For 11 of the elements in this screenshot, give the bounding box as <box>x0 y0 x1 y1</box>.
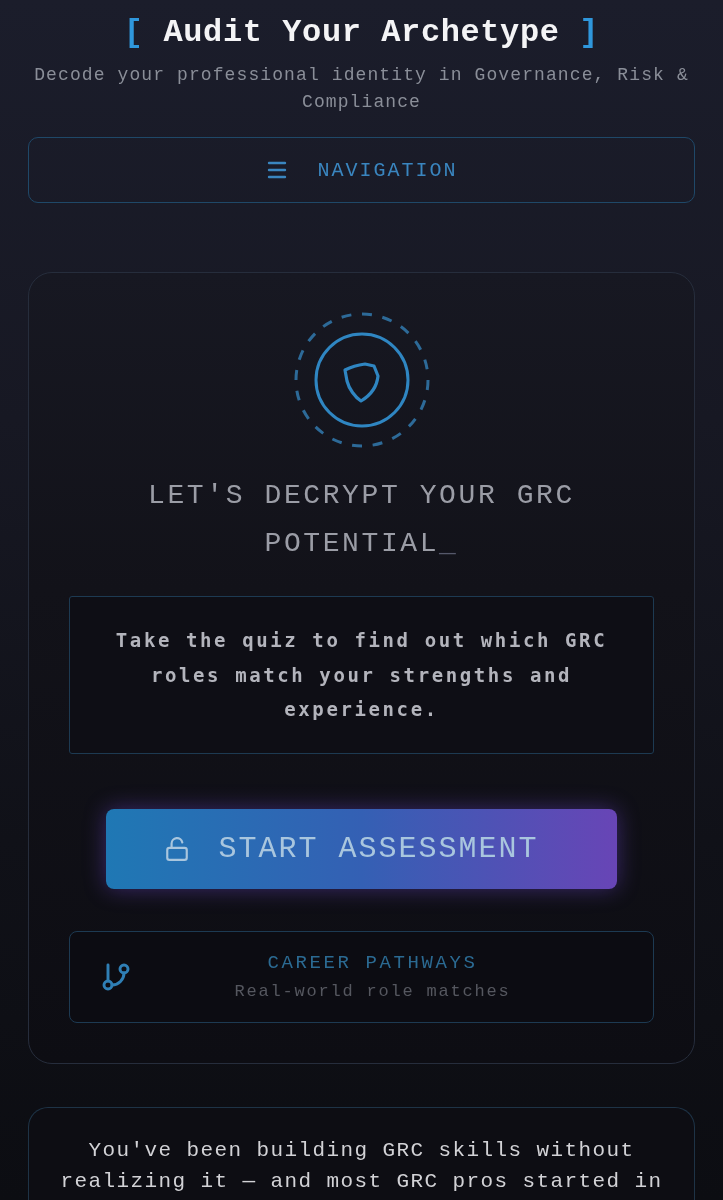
start-assessment-button[interactable]: START ASSESSMENT <box>106 808 617 889</box>
info-text: You've been building GRC skills without realizing it — and most GRC pros started in <box>59 1137 664 1195</box>
page-subtitle: Decode your professional identity in Governance, Risk & Compliance <box>33 64 690 114</box>
shield-icon <box>293 312 430 448</box>
page-title: [ Audit Your Archetype ] <box>122 13 601 53</box>
intro-text-box: Take the quiz to find out which GRC roles match your strengths and experience. <box>69 596 654 754</box>
hero-heading: LET'S DECRYPT YOUR GRC POTENTIAL_ <box>147 479 576 561</box>
feature-subtitle: Real-world role matches <box>234 980 511 1003</box>
feature-title: CAREER PATHWAYS <box>267 950 478 975</box>
unlocked-padlock-icon <box>164 835 191 862</box>
navigation-button[interactable]: NAVIGATION <box>28 137 695 203</box>
